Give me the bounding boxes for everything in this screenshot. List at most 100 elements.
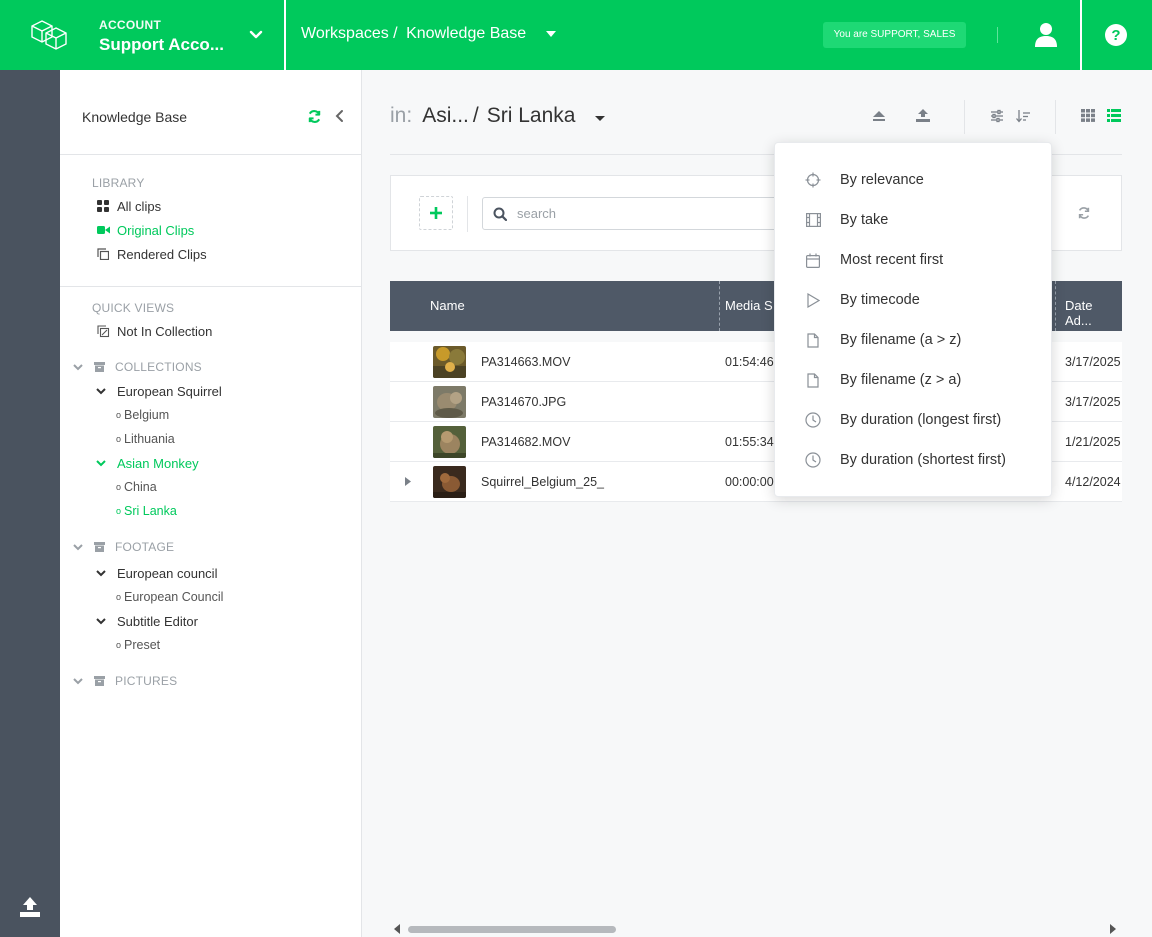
search-box[interactable]: [482, 197, 782, 230]
tree-node-european-squirrel[interactable]: European Squirrel: [60, 379, 361, 403]
footage-heading: FOOTAGE: [115, 540, 175, 554]
sidebar: Knowledge Base LIBRARY All clips Origina…: [60, 70, 362, 937]
account-switcher[interactable]: ACCOUNT Support Acco...: [99, 18, 224, 55]
sort-option-label: By take: [840, 212, 889, 228]
sort-option-label: By duration (shortest first): [840, 452, 1006, 468]
chevron-down-icon: [70, 363, 86, 371]
sort-option-relevance[interactable]: By relevance: [775, 160, 1051, 200]
sidebar-item-original-clips[interactable]: Original Clips: [95, 218, 361, 242]
upload-icon[interactable]: [916, 109, 930, 123]
path-in-label: in:: [390, 104, 413, 127]
list-view-icon[interactable]: [1107, 109, 1121, 122]
tree-leaf-preset[interactable]: o Preset: [60, 633, 361, 657]
sidebar-tree: QUICK VIEWS Not In Collection COLLECTION…: [60, 287, 361, 693]
caret-down-icon[interactable]: [545, 30, 557, 38]
add-button[interactable]: [419, 196, 453, 230]
sort-option-filename-asc[interactable]: By filename (a > z): [775, 320, 1051, 360]
breadcrumb: Workspaces / Knowledge Base: [301, 25, 557, 43]
tree-leaf-label: Preset: [124, 638, 161, 652]
file-icon: [803, 332, 823, 348]
filter-sliders-icon[interactable]: [990, 109, 1004, 123]
breadcrumb-workspaces[interactable]: Workspaces /: [301, 25, 398, 42]
path-parent[interactable]: Asi...: [422, 104, 469, 127]
sort-option-label: Most recent first: [840, 252, 944, 268]
chevron-down-icon: [94, 387, 108, 395]
sidebar-item-rendered-clips[interactable]: Rendered Clips: [95, 242, 361, 266]
sort-option-duration-longest[interactable]: By duration (longest first): [775, 400, 1051, 440]
horizontal-scrollbar[interactable]: [390, 922, 1122, 936]
search-input[interactable]: [517, 206, 757, 221]
sort-option-most-recent[interactable]: Most recent first: [775, 240, 1051, 280]
crosshair-icon: [803, 172, 823, 188]
column-header-date-added[interactable]: Date Ad...: [1065, 298, 1122, 328]
clip-name: Squirrel_Belgium_25_: [481, 475, 604, 489]
clip-thumbnail: [433, 346, 466, 378]
caret-right-icon[interactable]: [405, 477, 411, 486]
clip-thumbnail: [433, 386, 466, 418]
sort-option-filename-desc[interactable]: By filename (z > a): [775, 360, 1051, 400]
grid-view-icon[interactable]: [1081, 109, 1095, 122]
sidebar-item-all-clips[interactable]: All clips: [95, 194, 361, 218]
tree-node-asian-monkey[interactable]: Asian Monkey: [60, 451, 361, 475]
eject-icon[interactable]: [872, 109, 886, 123]
chevron-down-icon[interactable]: [248, 27, 264, 43]
caret-down-icon[interactable]: [595, 115, 606, 122]
tree-leaf-sri-lanka[interactable]: o Sri Lanka: [60, 499, 361, 523]
clip-thumbnail: [433, 426, 466, 458]
sort-option-label: By filename (a > z): [840, 332, 962, 348]
sidebar-item-not-in-collection[interactable]: Not In Collection: [95, 319, 361, 343]
sidebar-item-label: Original Clips: [117, 222, 195, 238]
collection-off-icon: [95, 324, 111, 338]
sidebar-item-label: All clips: [117, 198, 162, 214]
tree-leaf-belgium[interactable]: o Belgium: [60, 403, 361, 427]
quick-views-heading: QUICK VIEWS: [92, 301, 175, 315]
tree-node-label: Asian Monkey: [117, 455, 199, 471]
user-icon[interactable]: [1034, 22, 1058, 48]
clip-name: PA314670.JPG: [481, 395, 567, 409]
collections-heading: COLLECTIONS: [115, 360, 202, 374]
upload-icon[interactable]: [19, 896, 41, 918]
column-header-media[interactable]: Media S: [725, 298, 773, 313]
clip-media-start: 01:55:34:: [725, 435, 778, 449]
tree-node-subtitle-editor[interactable]: Subtitle Editor: [60, 609, 361, 633]
sort-icon[interactable]: [1016, 109, 1031, 123]
footage-section-toggle[interactable]: FOOTAGE: [60, 535, 361, 559]
column-header-name[interactable]: Name: [430, 298, 465, 313]
calendar-icon: [803, 253, 823, 268]
chevron-left-icon[interactable]: [333, 109, 347, 123]
refresh-icon[interactable]: [1077, 206, 1091, 220]
chevron-down-icon: [94, 569, 108, 577]
tree-node-label: European Squirrel: [117, 383, 222, 399]
pictures-section-toggle[interactable]: PICTURES: [60, 669, 361, 693]
scroll-left-icon[interactable]: [394, 924, 400, 934]
clock-icon: [803, 412, 823, 428]
clip-media-start: 00:00:00: [725, 475, 774, 489]
scroll-right-icon[interactable]: [1110, 924, 1116, 934]
app-logo-icon[interactable]: [30, 17, 70, 53]
sort-option-timecode[interactable]: By timecode: [775, 280, 1051, 320]
tree-node-european-council[interactable]: European council: [60, 561, 361, 585]
scrollbar-thumb[interactable]: [408, 926, 616, 933]
sort-option-take[interactable]: By take: [775, 200, 1051, 240]
tree-leaf-lithuania[interactable]: o Lithuania: [60, 427, 361, 451]
tree-leaf-label: European Council: [124, 590, 224, 604]
breadcrumb-knowledge-base[interactable]: Knowledge Base: [406, 25, 526, 42]
pictures-heading: PICTURES: [115, 674, 178, 688]
collections-section-toggle[interactable]: COLLECTIONS: [60, 355, 361, 379]
refresh-icon[interactable]: [307, 109, 322, 124]
tree-leaf-label: Belgium: [124, 408, 170, 422]
sidebar-item-label: Not In Collection: [117, 323, 213, 339]
tree-leaf-label: Lithuania: [124, 432, 175, 446]
tree-leaf-european-council[interactable]: o European Council: [60, 585, 361, 609]
top-bar: ACCOUNT Support Acco... Workspaces / Kno…: [0, 0, 1152, 70]
clip-date-added: 3/17/2025: [1065, 395, 1121, 409]
tree-leaf-label: China: [124, 480, 157, 494]
path-current[interactable]: Sri Lanka: [487, 104, 576, 127]
library-section: LIBRARY All clips Original Clips Rendere…: [60, 155, 361, 287]
video-camera-icon: [95, 225, 111, 235]
help-icon[interactable]: ?: [1104, 23, 1128, 47]
sort-option-duration-shortest[interactable]: By duration (shortest first): [775, 440, 1051, 480]
tree-leaf-china[interactable]: o China: [60, 475, 361, 499]
archive-box-icon: [94, 676, 105, 686]
role-badge: You are SUPPORT, SALES: [823, 22, 966, 48]
